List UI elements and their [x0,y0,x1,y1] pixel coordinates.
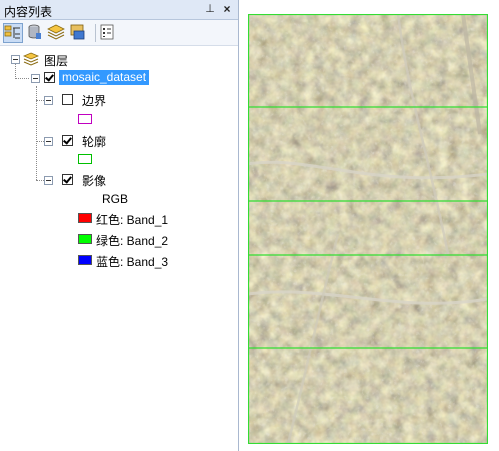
layers-expander[interactable] [11,55,20,64]
list-by-source-button[interactable] [25,23,45,43]
blue-band-label: 蓝色: Band_3 [96,255,169,269]
close-icon[interactable]: × [220,2,234,16]
red-band-swatch [78,213,92,223]
footprint-layer-label[interactable]: 轮廓 [82,133,106,150]
footprint-visibility-checkbox[interactable] [62,135,73,146]
panel-title-bar: 内容列表 ⊥ × [0,0,238,20]
tree-connector [36,100,44,101]
rgb-composite-label: RGB [102,192,129,206]
toc-toolbar [0,20,238,46]
boundary-visibility-checkbox[interactable] [62,94,73,105]
map-view[interactable] [239,0,499,451]
list-by-source-icon [28,24,41,39]
tree-connector [36,180,44,181]
layers-icon [23,52,39,66]
dataset-visibility-checkbox[interactable] [44,72,55,83]
boundary-expander[interactable] [44,96,53,105]
tree-connector [36,141,44,142]
dataset-label[interactable]: mosaic_dataset [59,70,150,85]
tree-connector [15,64,16,77]
blue-band-swatch [78,255,92,265]
toolbar-separator [95,24,96,42]
footprint-expander[interactable] [44,137,53,146]
aerial-mosaic-image[interactable] [248,14,488,444]
image-expander[interactable] [44,176,53,185]
list-by-selection-button[interactable] [69,23,89,43]
green-band-swatch [78,234,92,244]
red-band-label: 红色: Band_1 [96,213,169,227]
image-layer-label[interactable]: 影像 [82,172,106,189]
options-icon [100,24,114,40]
list-by-selection-icon [70,24,85,40]
list-by-drawing-order-button[interactable] [3,23,23,43]
pin-icon[interactable]: ⊥ [203,2,217,16]
table-of-contents-panel: 内容列表 ⊥ × 图层 mosaic_dataset 边界 轮廓 影像 RGB … [0,0,239,451]
list-by-visibility-button[interactable] [47,23,67,43]
list-by-visibility-icon [47,24,65,40]
footprint-legend-swatch [78,154,92,164]
boundary-layer-label[interactable]: 边界 [82,92,106,109]
boundary-legend-swatch [78,114,92,124]
list-by-drawing-order-icon [4,25,20,39]
image-visibility-checkbox[interactable] [62,174,73,185]
dataset-expander[interactable] [31,74,40,83]
options-button[interactable] [98,23,118,43]
layers-root-label[interactable]: 图层 [44,52,68,69]
panel-title: 内容列表 [4,5,53,19]
green-band-label: 绿色: Band_2 [96,234,169,248]
tree-connector [15,78,29,79]
